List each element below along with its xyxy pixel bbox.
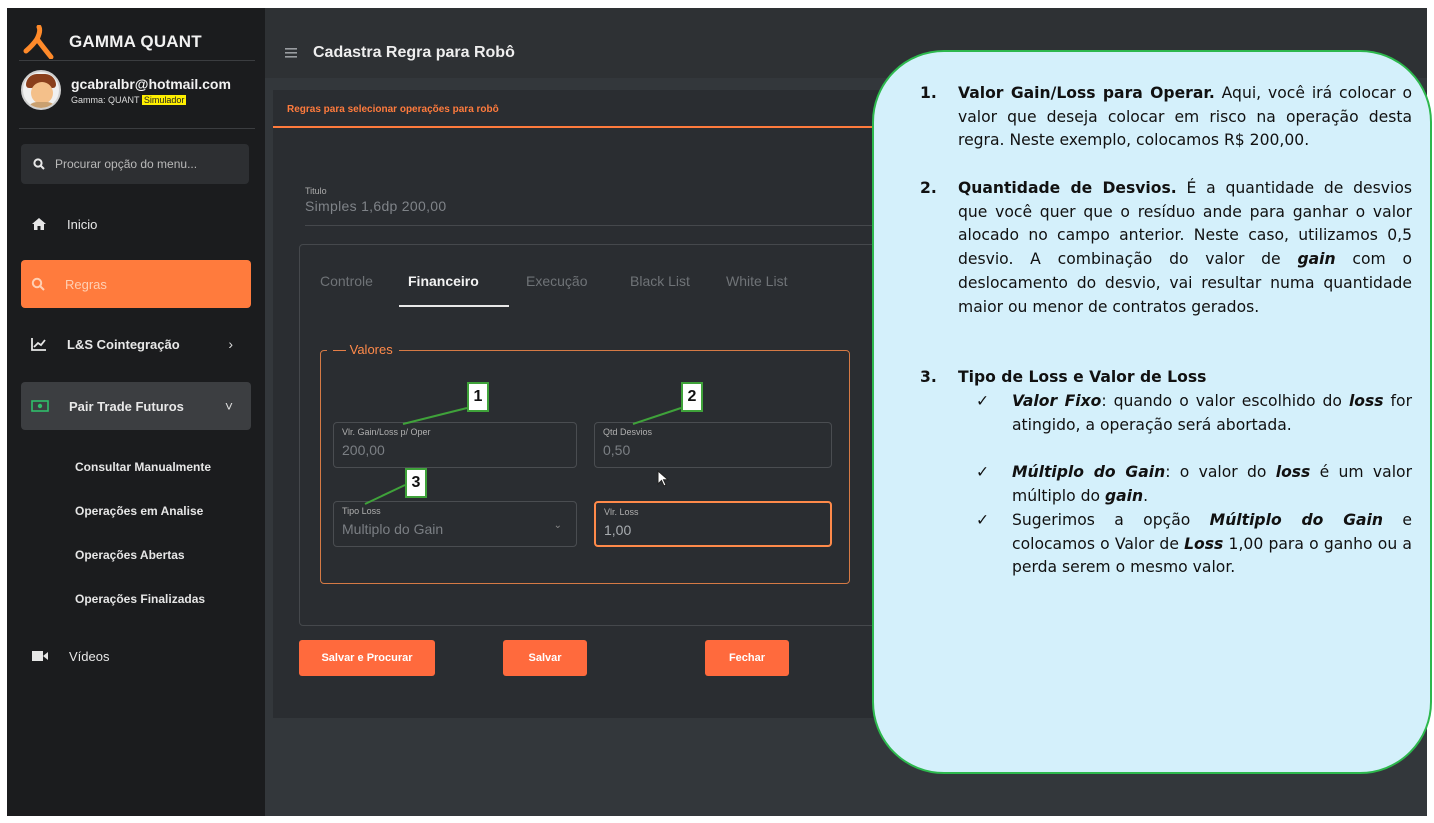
sub-2-text-c: . [1143, 486, 1149, 505]
note-item-2: Quantidade de Desvios. É a quantidade de… [958, 177, 1412, 319]
sub-2-gain: gain [1104, 486, 1144, 505]
check-icon: ✓ [976, 463, 990, 481]
sub-3-option: Múltiplo do Gain [1209, 511, 1383, 529]
marker-3: 3 [405, 468, 427, 498]
sub-1-loss: loss [1348, 392, 1384, 410]
note-sub-1: Valor Fixo: quando o valor escolhido do … [1012, 390, 1412, 437]
note-3-title: Tipo de Loss e Valor de Loss [958, 368, 1207, 386]
check-icon: ✓ [976, 511, 990, 529]
sub-2-title: Múltiplo do Gain [1012, 463, 1166, 481]
note-2-gain: gain [1297, 250, 1336, 269]
sub-1-text-a: : quando o valor escolhido do [1101, 392, 1349, 410]
note-number-2: 2. [920, 179, 937, 197]
note-item-1: Valor Gain/Loss para Operar. Aqui, você … [958, 82, 1412, 153]
note-item-3: Tipo de Loss e Valor de Loss [958, 366, 1412, 390]
save-search-button[interactable]: Salvar e Procurar [299, 640, 435, 676]
sub-2-loss: loss [1275, 463, 1311, 481]
check-icon: ✓ [976, 392, 990, 410]
marker-2: 2 [681, 382, 703, 412]
note-number-1: 1. [920, 84, 937, 102]
sub-3-text-a: Sugerimos a opção [1012, 511, 1210, 529]
note-1-title: Valor Gain/Loss para Operar. [958, 84, 1215, 102]
note-number-3: 3. [920, 368, 937, 386]
sub-1-title: Valor Fixo [1012, 392, 1102, 410]
close-button[interactable]: Fechar [705, 640, 789, 676]
note-sub-3: Sugerimos a opção Múltiplo do Gain e col… [1012, 509, 1412, 580]
sub-3-loss: Loss [1184, 534, 1224, 553]
sub-2-text-a: : o valor do [1165, 463, 1276, 481]
note-sub-2: Múltiplo do Gain: o valor do loss é um v… [1012, 461, 1412, 508]
note-2-title: Quantidade de Desvios. [958, 179, 1177, 197]
save-button[interactable]: Salvar [503, 640, 587, 676]
marker-1: 1 [467, 382, 489, 412]
